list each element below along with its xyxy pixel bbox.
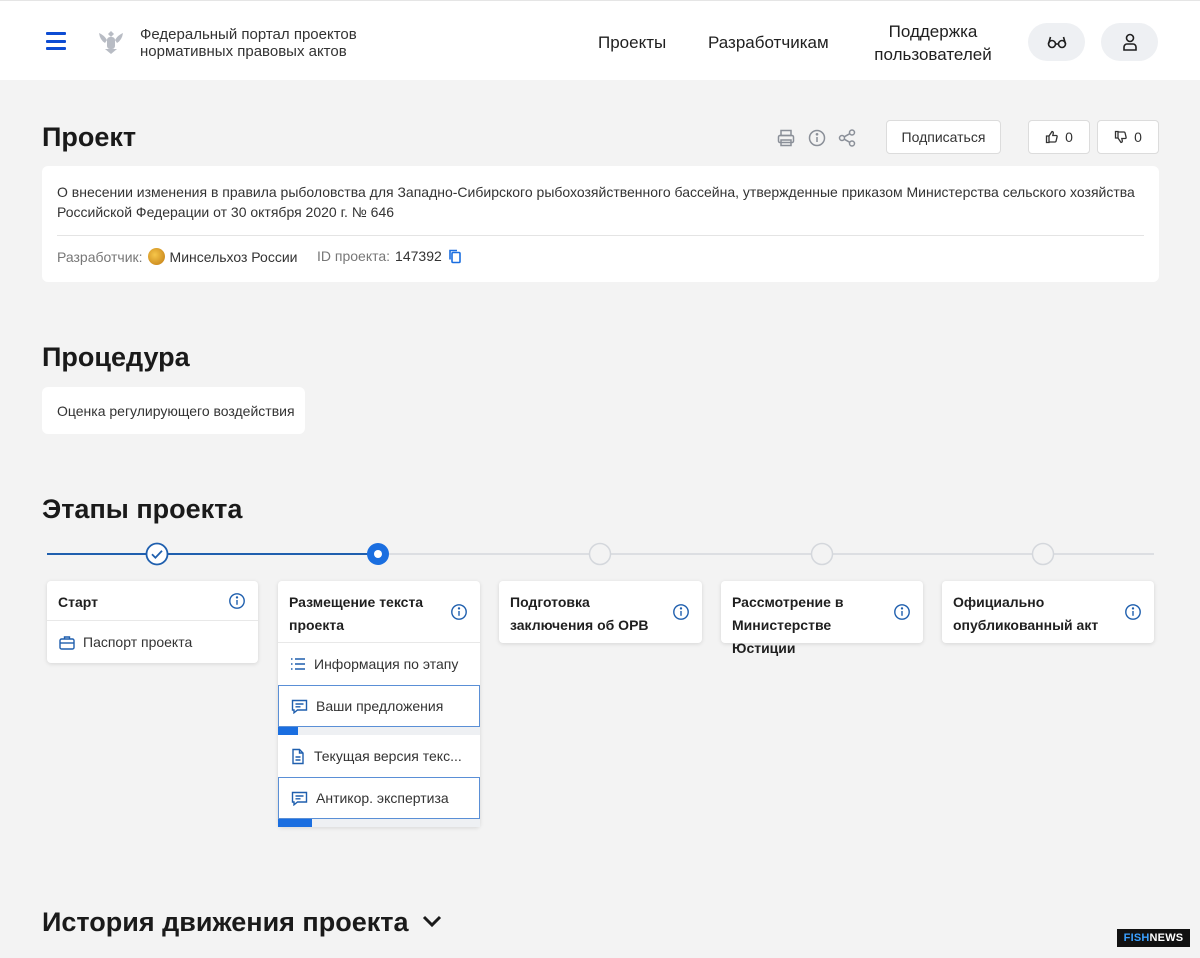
print-icon[interactable] (776, 128, 796, 148)
history-title[interactable]: История движения проекта (42, 907, 409, 938)
step-start-done (145, 542, 169, 566)
stage-label: Старт (58, 594, 98, 610)
like-button[interactable]: 0 (1028, 120, 1090, 154)
divider (57, 235, 1144, 236)
subitem-label: Антикор. экспертиза (316, 790, 449, 806)
stage-card-orv-conclusion[interactable]: Подготовка заключения об ОРВ (499, 581, 702, 643)
developer-info: Разработчик: Минсельхоз России (57, 248, 297, 265)
stage-label: Официально опубликованный акт (953, 594, 1099, 633)
accessibility-button[interactable] (1028, 23, 1085, 61)
subitem-label: Текущая версия текс... (314, 748, 462, 764)
developer-label: Разработчик: (57, 248, 143, 265)
stage-card-justice-review[interactable]: Рассмотрение в Министерстве Юстиции (721, 581, 923, 656)
project-id-info: ID проекта: 147392 (317, 248, 463, 264)
procedure-title: Процедура (42, 342, 190, 372)
stages-title: Этапы проекта (42, 494, 243, 524)
info-icon[interactable] (1124, 603, 1142, 621)
stage-subitem-anticorruption[interactable]: Антикор. экспертиза (278, 777, 480, 819)
chevron-down-icon[interactable] (420, 912, 444, 932)
project-id-value: 147392 (395, 248, 442, 264)
subitem-label: Ваши предложения (316, 698, 444, 714)
thumb-up-icon (1045, 130, 1058, 144)
top-header: Федеральный портал проектов нормативных … (0, 0, 1200, 80)
step-pending (810, 542, 834, 566)
stage-subitem-proposals[interactable]: Ваши предложения (278, 685, 480, 727)
info-icon[interactable] (893, 603, 911, 621)
stage-label: Размещение текста проекта (289, 594, 424, 633)
project-title: Проект (42, 122, 137, 152)
stage-subitem-info[interactable]: Информация по этапу (278, 643, 480, 685)
copy-icon[interactable] (447, 248, 463, 264)
stage-card-text-placement: Размещение текста проекта Информация по … (278, 581, 480, 827)
nav-projects[interactable]: Проекты (598, 33, 666, 53)
stage-header: Старт (47, 581, 258, 621)
state-emblem-icon (99, 31, 123, 54)
developer-name[interactable]: Минсельхоз России (170, 249, 298, 265)
subscribe-button[interactable]: Подписаться (886, 120, 1001, 154)
stage-card-start: Старт Паспорт проекта (47, 581, 258, 663)
stage-header: Официально опубликованный акт (942, 581, 1154, 645)
stage-subitem-current-version[interactable]: Текущая версия текс... (278, 735, 480, 777)
step-current (367, 543, 389, 565)
nav-developers[interactable]: Разработчикам (708, 33, 829, 53)
menu-burger-icon[interactable] (46, 32, 66, 50)
briefcase-icon (59, 635, 75, 650)
watermark-part2: NEWS (1149, 932, 1184, 944)
thumb-down-icon (1114, 130, 1127, 144)
list-icon (291, 658, 305, 670)
stage-label: Подготовка заключения об ОРВ (510, 594, 649, 633)
dislike-count: 0 (1134, 129, 1142, 145)
comment-icon (291, 699, 308, 714)
step-pending (588, 542, 612, 566)
anticorruption-progress-bar (278, 819, 480, 827)
nav-support[interactable]: Поддержка пользователей (868, 20, 998, 66)
project-description: О внесении изменения в правила рыболовст… (57, 184, 1135, 220)
info-icon[interactable] (450, 603, 468, 621)
procedure-value: Оценка регулирующего воздействия (42, 387, 305, 434)
comment-icon (291, 791, 308, 806)
fishnews-watermark: FISH NEWS (1117, 929, 1190, 947)
portal-name[interactable]: Федеральный портал проектов нормативных … (140, 26, 400, 60)
stages-timeline (47, 542, 1154, 566)
user-icon (1122, 33, 1137, 51)
info-icon[interactable] (807, 128, 827, 148)
subitem-label: Паспорт проекта (83, 634, 193, 650)
info-icon[interactable] (228, 592, 246, 610)
progress-fill (278, 727, 299, 735)
share-icon[interactable] (837, 128, 857, 148)
like-count: 0 (1065, 129, 1073, 145)
proposals-progress-bar (278, 727, 480, 735)
stage-header: Размещение текста проекта (278, 581, 480, 643)
stage-card-published-act[interactable]: Официально опубликованный акт (942, 581, 1154, 643)
ministry-logo-icon (147, 248, 165, 265)
stage-label: Рассмотрение в Министерстве Юстиции (732, 594, 844, 656)
subitem-label: Информация по этапу (314, 656, 459, 672)
stage-header: Подготовка заключения об ОРВ (499, 581, 702, 645)
project-id-label: ID проекта: (317, 248, 391, 264)
project-card: О внесении изменения в правила рыболовст… (42, 166, 1159, 282)
glasses-icon (1047, 36, 1066, 49)
watermark-part1: FISH (1123, 932, 1150, 944)
info-icon[interactable] (672, 603, 690, 621)
step-pending (1031, 542, 1055, 566)
progress-fill (278, 819, 313, 827)
dislike-button[interactable]: 0 (1097, 120, 1159, 154)
profile-button[interactable] (1101, 23, 1158, 61)
document-icon (292, 748, 304, 764)
stage-header: Рассмотрение в Министерстве Юстиции (721, 581, 923, 668)
stage-subitem-passport[interactable]: Паспорт проекта (47, 621, 258, 663)
